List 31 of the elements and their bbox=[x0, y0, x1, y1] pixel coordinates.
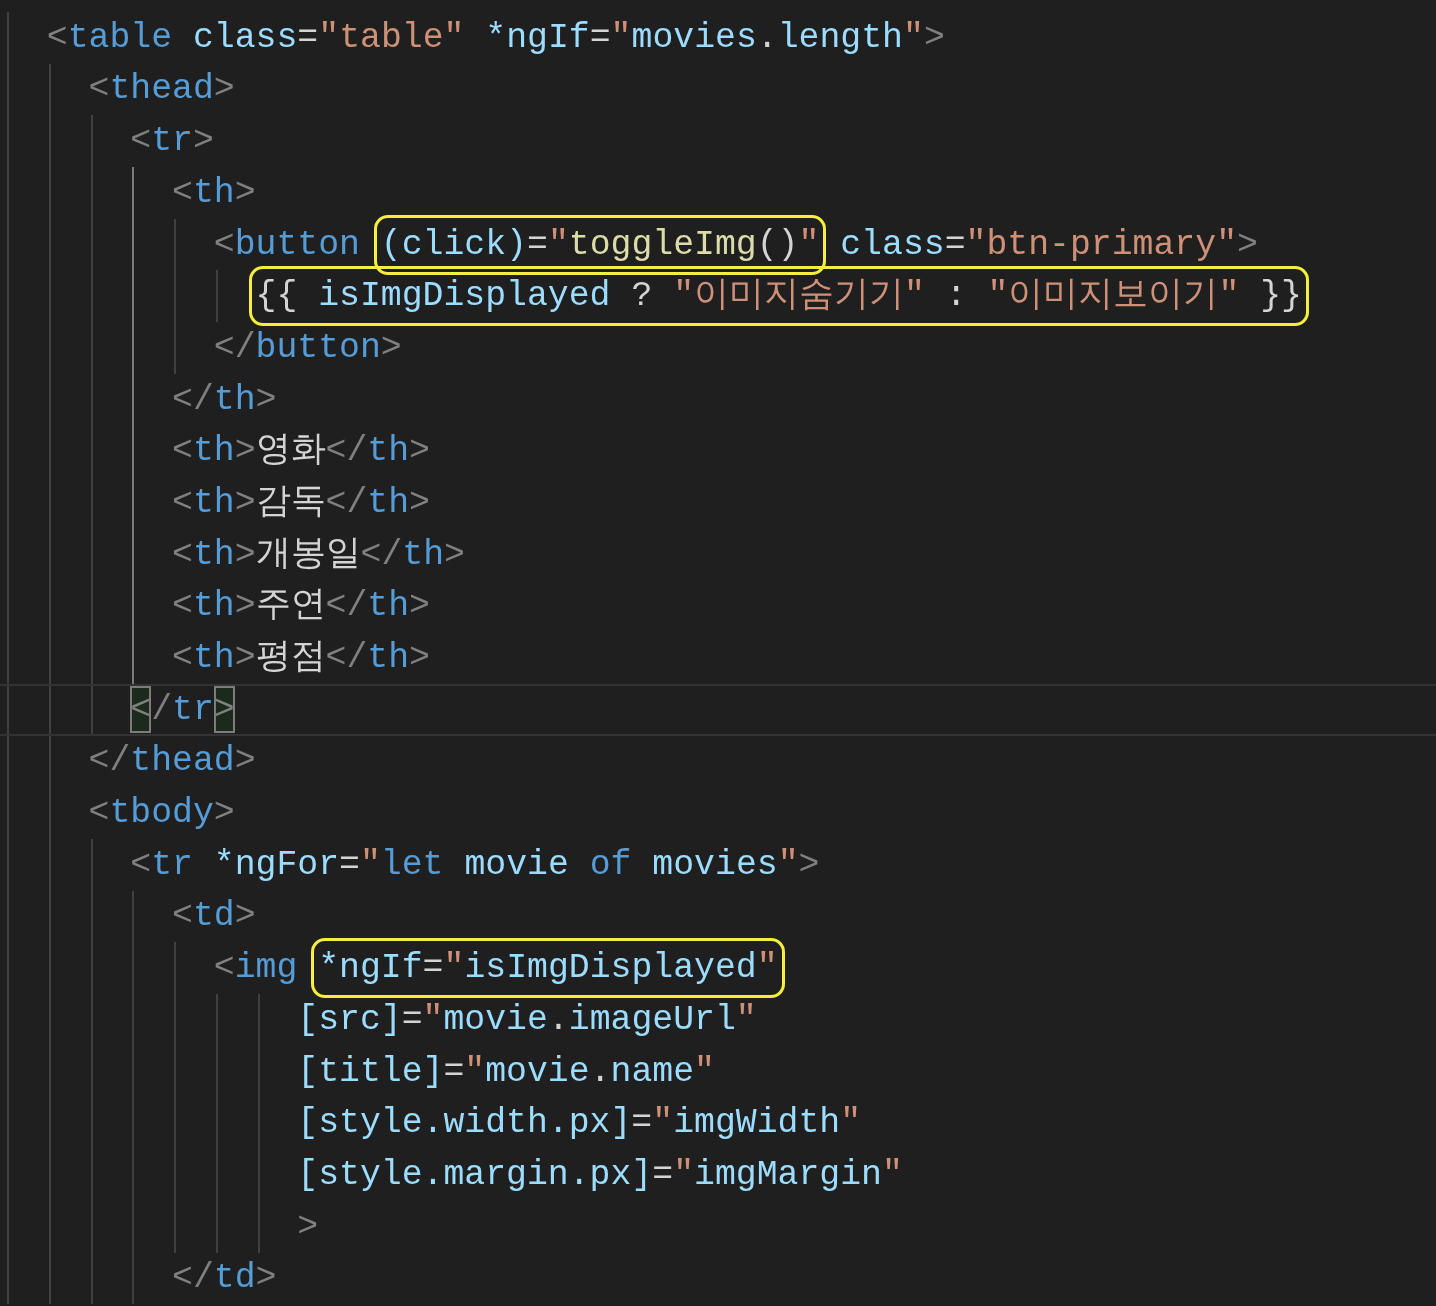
code-text: <td> bbox=[172, 895, 256, 938]
code-text: <thead> bbox=[88, 68, 235, 111]
code-text: <th>주연</th> bbox=[172, 585, 430, 628]
code-text: > bbox=[297, 1205, 319, 1248]
code-text: <tr> bbox=[130, 120, 214, 163]
code-text: <tr *ngFor="let movie of movies"> bbox=[130, 843, 820, 886]
code-text: <th> bbox=[172, 171, 256, 214]
code-text: </th> bbox=[172, 378, 277, 421]
code-text: tr bbox=[172, 689, 214, 729]
code-text: [style.width.px]="imgWidth" bbox=[297, 1102, 862, 1145]
code-text: </thead> bbox=[88, 740, 256, 783]
code-text: <img bbox=[213, 947, 299, 990]
code-text: / bbox=[151, 689, 173, 729]
code-text: [src]="movie.imageUrl" bbox=[297, 998, 757, 1041]
highlighted-code: (click)="toggleImg()" bbox=[373, 214, 827, 275]
matched-bracket: > bbox=[213, 685, 235, 733]
code-text: <th>영화</th> bbox=[172, 430, 430, 473]
code-text: class="btn-primary"> bbox=[839, 223, 1258, 266]
code-text: <th>감독</th> bbox=[172, 481, 430, 524]
code-text: [title]="movie.name" bbox=[297, 1050, 715, 1093]
code-text: <button bbox=[213, 223, 361, 266]
code-text: <th>개봉일</th> bbox=[172, 533, 465, 576]
highlighted-code: *ngIf="isImgDisplayed" bbox=[311, 938, 785, 999]
matched-bracket: < bbox=[130, 685, 152, 733]
code-text: <tbody> bbox=[88, 792, 235, 835]
code-text: </td> bbox=[172, 1257, 277, 1300]
code-text: </button> bbox=[213, 326, 402, 369]
highlighted-code: {{ isImgDisplayed ? "이미지숨기기" : "이미지보이기" }} bbox=[248, 266, 1309, 327]
code-text: <table class="table" *ngIf="movies.length"> bbox=[46, 16, 945, 59]
code-text: <th>평점</th> bbox=[172, 637, 430, 679]
code-text: [style.margin.px]="imgMargin" bbox=[297, 1153, 903, 1196]
